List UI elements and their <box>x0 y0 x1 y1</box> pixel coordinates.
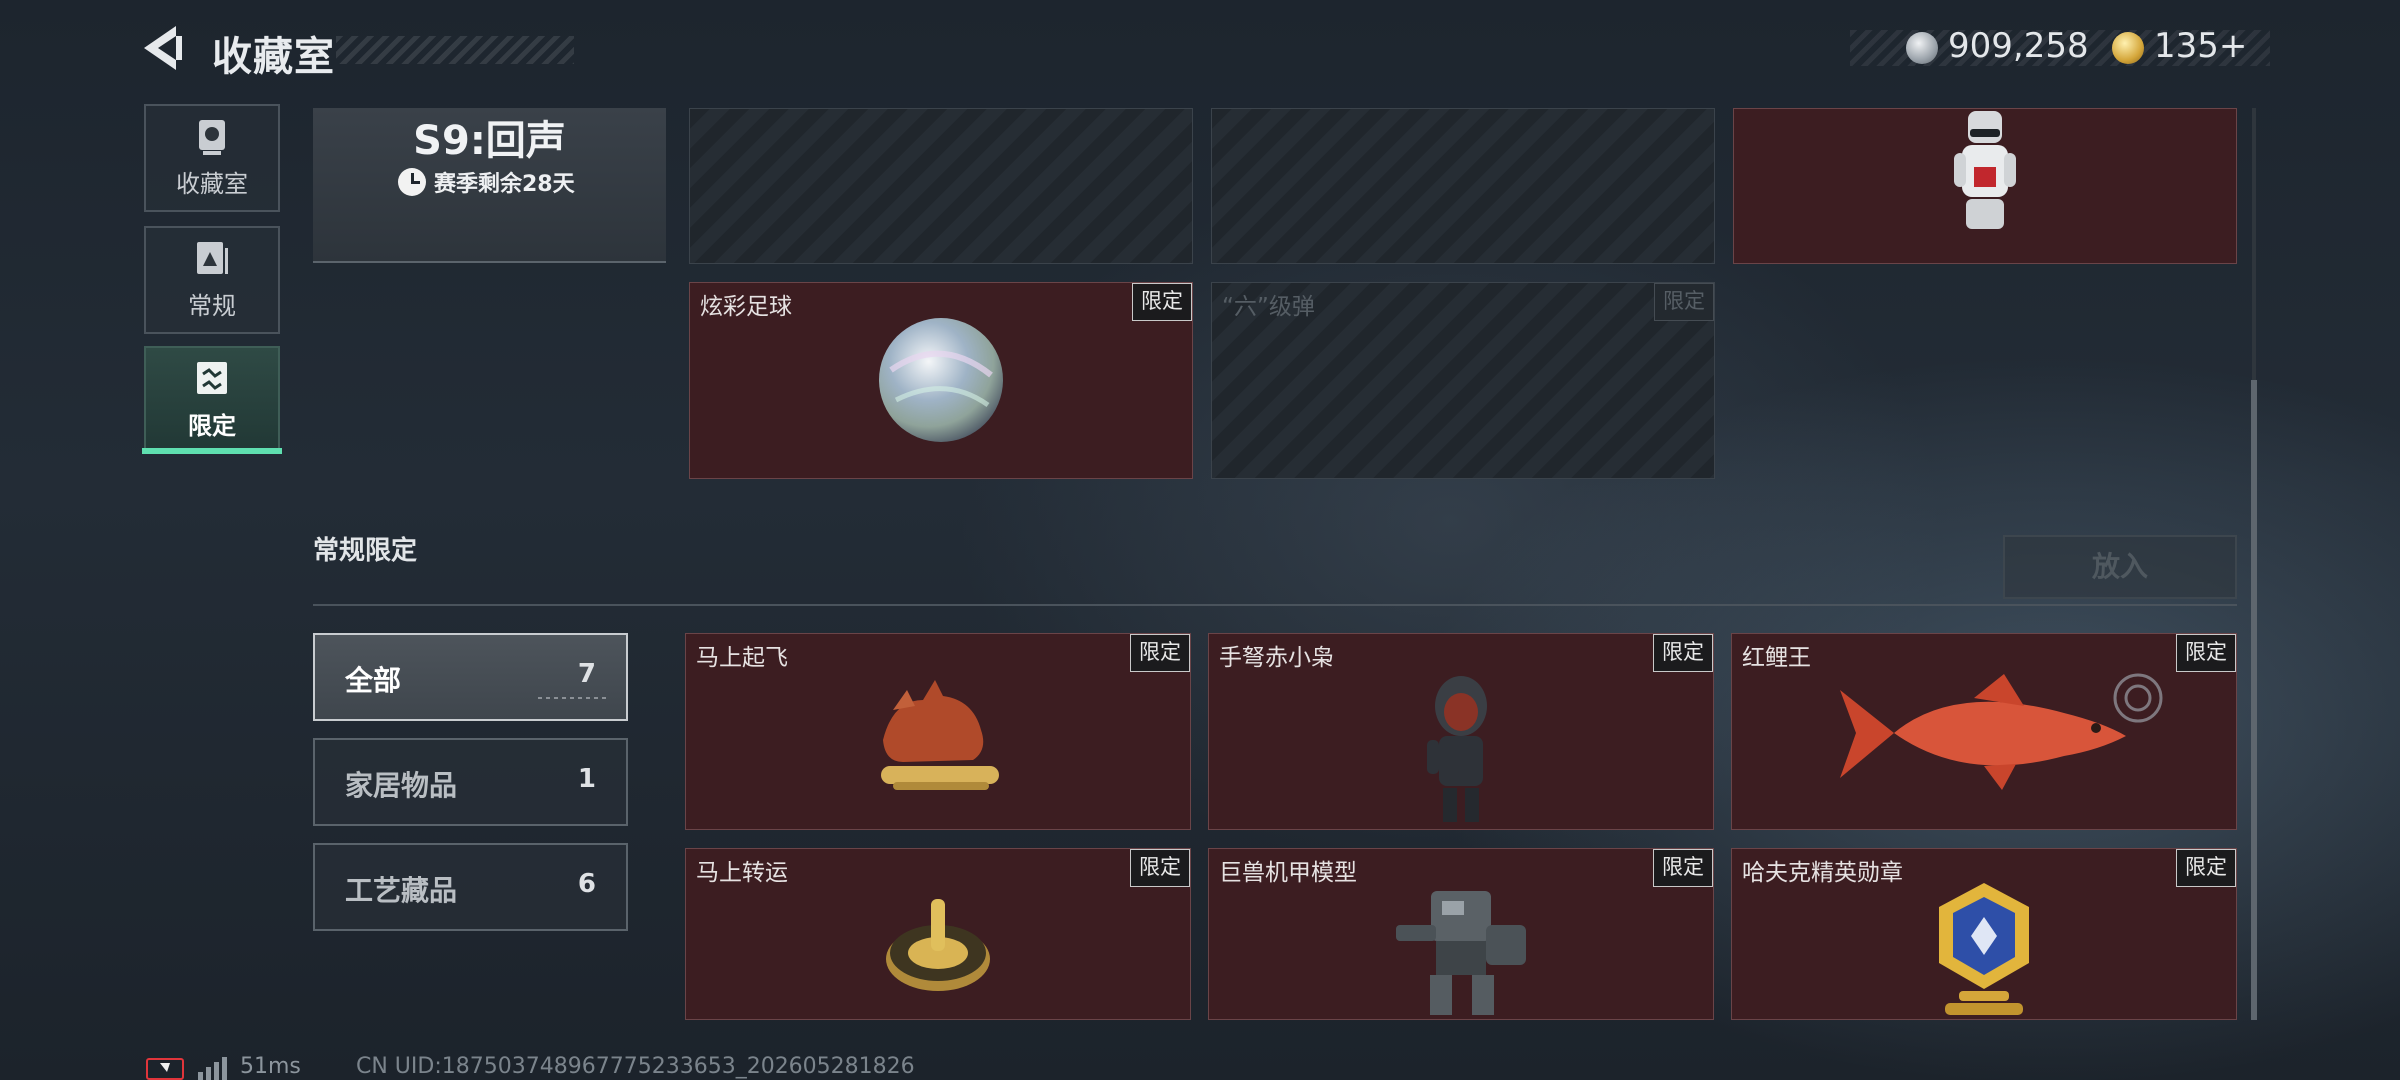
filter-decoration <box>538 697 608 699</box>
filter-label: 全部 <box>345 664 402 697</box>
gold-medal-icon <box>1939 883 2029 1015</box>
gold-currency-amount: 135 <box>2154 26 2219 66</box>
season-remaining-text: 赛季剩余28天 <box>434 172 575 197</box>
filter-home-items[interactable]: 家居物品 1 <box>313 738 628 826</box>
nav-item-regular[interactable]: 常规 <box>144 226 280 334</box>
filter-count: 7 <box>577 659 596 689</box>
nav-item-label: 常规 <box>188 291 236 320</box>
filter-label: 家居物品 <box>345 769 458 802</box>
season-remaining: 赛季剩余28天 <box>398 166 575 198</box>
item-name: 红鲤王 <box>1742 645 1811 671</box>
nav-item-limited[interactable]: 限定 <box>144 346 280 454</box>
active-nav-indicator <box>142 448 282 454</box>
silver-currency-value: 909,258 <box>1948 26 2089 66</box>
filter-all[interactable]: 全部 7 <box>313 633 628 721</box>
page-title: 收藏室 <box>212 34 335 80</box>
limited-badge: 限定 <box>1653 634 1713 672</box>
gold-currency-value[interactable]: 135+ <box>2154 26 2247 66</box>
item-name: 马上起飞 <box>696 645 788 671</box>
ping-latency: 51ms <box>240 1054 301 1079</box>
limited-badge: 限定 <box>1130 634 1190 672</box>
chef-robot-figure-icon <box>1954 111 2016 229</box>
filter-count: 6 <box>577 869 596 899</box>
back-arrow-icon[interactable] <box>140 22 190 74</box>
target-ring-icon <box>2113 673 2163 723</box>
nav-item-collection-room[interactable]: 收藏室 <box>144 104 280 212</box>
season-item-card-locked[interactable]: “六”级弹 限定 <box>1211 282 1715 479</box>
limited-badge: 限定 <box>1132 283 1192 321</box>
gold-coin-icon <box>2112 32 2144 64</box>
limited-card-icon <box>197 361 227 394</box>
nav-item-label: 收藏室 <box>176 169 248 198</box>
collection-item-card[interactable]: 马上转运 限定 <box>685 848 1191 1020</box>
section-title: 常规限定 <box>313 536 418 566</box>
collection-item-card[interactable]: 马上起飞 限定 <box>685 633 1191 830</box>
red-carp-icon <box>1840 674 2126 790</box>
item-name: 巨兽机甲模型 <box>1219 860 1357 886</box>
limited-badge: 限定 <box>2176 634 2236 672</box>
clock-icon <box>398 168 426 196</box>
add-currency-button[interactable]: + <box>2219 26 2248 66</box>
user-uid: CN UID:18750374896777523365​3_2026052818… <box>356 1054 915 1079</box>
silver-coin-icon <box>1906 32 1938 64</box>
mech-model-icon <box>1396 891 1526 1015</box>
limited-badge: 限定 <box>1653 849 1713 887</box>
collection-item-card[interactable]: 红鲤王 限定 <box>1731 633 2237 830</box>
limited-badge: 限定 <box>1654 283 1714 321</box>
item-name: 炫彩足球 <box>700 294 792 320</box>
card-stack-icon <box>197 241 228 274</box>
put-in-button[interactable]: 放入 <box>2003 535 2237 599</box>
filter-crafts[interactable]: 工艺藏品 6 <box>313 843 628 931</box>
collection-item-card[interactable]: 巨兽机甲模型 限定 <box>1208 848 1714 1020</box>
hooded-figure-icon <box>1427 676 1487 822</box>
iridescent-ball-icon <box>879 318 1003 442</box>
season-item-card[interactable]: 炫彩足球 限定 <box>689 282 1193 479</box>
scrollbar-thumb[interactable] <box>2251 380 2257 1020</box>
copper-horse-icon <box>881 680 999 790</box>
limited-badge: 限定 <box>1130 849 1190 887</box>
trophy-cup-icon <box>199 119 225 155</box>
collection-item-card[interactable]: 手弩赤小枭 限定 <box>1208 633 1714 830</box>
season-item-card-locked[interactable] <box>1211 108 1715 264</box>
season-item-card-locked[interactable] <box>689 108 1193 264</box>
signal-strength-icon <box>198 1057 227 1080</box>
season-title: S9:回声 <box>413 118 566 164</box>
item-name: 手弩赤小枭 <box>1219 645 1334 671</box>
nav-item-label: 限定 <box>188 411 236 440</box>
item-name: 哈夫克精英勋章 <box>1742 860 1903 886</box>
season-item-card[interactable] <box>1733 108 2237 264</box>
item-name: 马上转运 <box>696 860 788 886</box>
item-name: “六”级弹 <box>1222 294 1315 320</box>
battery-charging-icon <box>146 1058 184 1080</box>
collection-item-card[interactable]: 哈夫克精英勋章 限定 <box>1731 848 2237 1020</box>
filter-count: 1 <box>577 764 596 794</box>
filter-label: 工艺藏品 <box>345 874 458 907</box>
title-decoration <box>336 36 574 64</box>
section-divider <box>313 604 2237 606</box>
golden-compass-icon <box>886 899 990 991</box>
limited-badge: 限定 <box>2176 849 2236 887</box>
